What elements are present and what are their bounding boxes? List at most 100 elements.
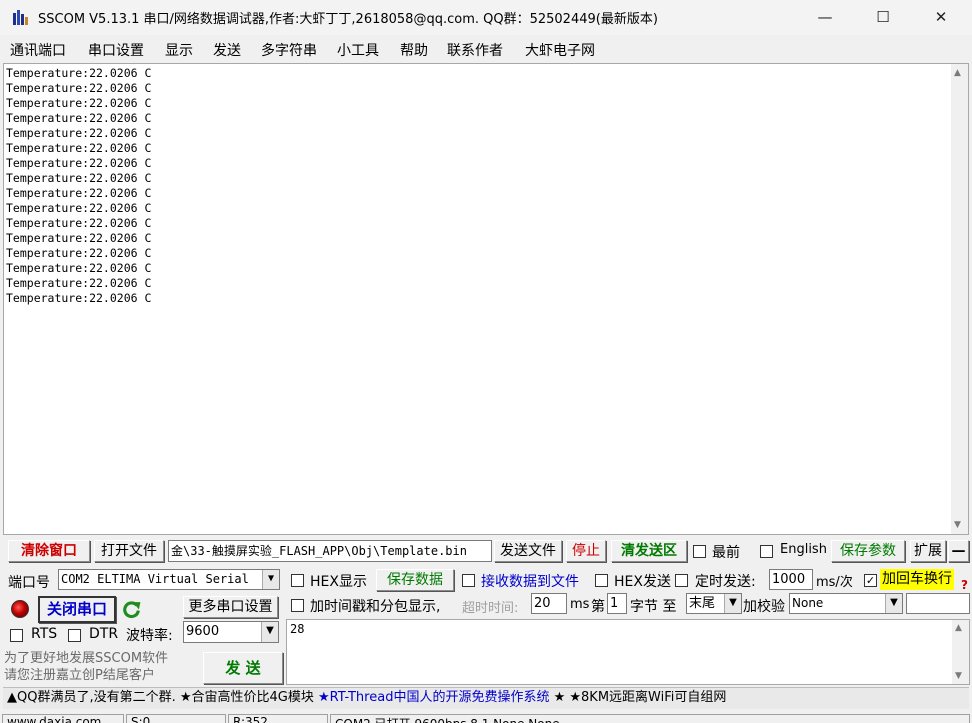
output-line: Temperature:22.0206 C [6,126,152,140]
english-checkbox[interactable] [760,545,773,558]
baud-rate-label: 波特率: [126,628,173,644]
send-text-value: 28 [290,622,305,636]
scroll-up-arrow-icon[interactable]: ▲ [954,68,961,78]
save-data-button[interactable]: 保存数据 [376,569,454,591]
promo-text[interactable]: 为了更好地发展SSCOM软件 请您注册嘉立创P结尾客户 [4,650,200,686]
output-line: Temperature:22.0206 C [6,246,152,260]
port-select[interactable]: COM2 ELTIMA Virtual Serial ▼ [58,569,280,590]
timed-send-checkbox[interactable] [675,574,688,587]
receive-to-file-checkbox[interactable] [462,574,475,587]
maximize-button[interactable]: ☐ [854,0,912,35]
timestamp-split-checkbox[interactable] [291,599,304,612]
status-sent-count: S:0 [126,714,226,723]
status-received-count: R:352 [228,714,328,723]
menu-multi-string[interactable]: 多字符串 [261,40,317,60]
menu-send[interactable]: 发送 [213,40,241,60]
output-line: Temperature:22.0206 C [6,96,152,110]
help-icon[interactable]: ? [961,578,968,592]
file-path-field[interactable]: 金\33-触摸屏实验_FLASH_APP\Obj\Template.bin [168,540,492,562]
output-line: Temperature:22.0206 C [6,81,152,95]
append-newline-checkbox[interactable]: ✓ [864,574,877,587]
send-button[interactable]: 发 送 [203,652,283,684]
close-port-button[interactable]: 关闭串口 [38,596,116,623]
menu-comm-port[interactable]: 通讯端口 [10,40,66,60]
status-port-state: COM2 已打开 9600bps,8,1,None,None [330,714,970,723]
app-logo-icon [13,10,28,25]
byte-index-input[interactable]: 1 [607,593,627,614]
menu-help[interactable]: 帮助 [400,40,428,60]
port-status-led-icon [11,600,29,618]
scroll-down-arrow-icon[interactable]: ▼ [954,520,961,530]
timestamp-split-label: 加时间戳和分包显示, [310,599,441,615]
hex-display-checkbox[interactable] [291,574,304,587]
port-select-value: COM2 ELTIMA Virtual Serial [61,572,249,586]
clear-window-button[interactable]: 清除窗口 [8,540,90,562]
checksum-label: 加校验 [743,599,785,615]
stop-button[interactable]: 停止 [566,540,606,562]
status-website[interactable]: www.daxia.com [2,714,124,723]
output-line: Temperature:22.0206 C [6,231,152,245]
promo-part-3: ★ ★8KM远距离WiFi可自组网 [549,690,727,705]
output-line: Temperature:22.0206 C [6,276,152,290]
status-bar: www.daxia.com S:0 R:352 COM2 已打开 9600bps… [0,712,972,723]
rts-checkbox[interactable] [10,629,23,642]
topmost-label: 最前 [712,545,740,561]
promo-part-2[interactable]: ★RT-Thread中国人的开源免费操作系统 [318,690,549,705]
baud-rate-select[interactable]: 9600 ▼ [183,621,279,643]
chevron-down-icon[interactable]: ▼ [724,594,741,613]
menu-tools[interactable]: 小工具 [337,40,379,60]
output-line: Temperature:22.0206 C [6,171,152,185]
close-button[interactable]: ✕ [912,0,970,35]
menu-contact-author[interactable]: 联系作者 [447,40,503,60]
receive-output-area[interactable]: Temperature:22.0206 C Temperature:22.0206… [3,63,969,535]
byte-to-label: 字节 至 [630,599,677,615]
chevron-down-icon[interactable]: ▼ [262,570,279,589]
refresh-icon[interactable] [121,599,142,620]
menu-serial-settings[interactable]: 串口设置 [88,40,144,60]
dtr-label: DTR [89,626,119,642]
dtr-checkbox[interactable] [68,629,81,642]
output-line: Temperature:22.0206 C [6,201,152,215]
end-position-value: 末尾 [689,596,716,611]
output-line: Temperature:22.0206 C [6,156,152,170]
hex-send-checkbox[interactable] [595,574,608,587]
receive-to-file-label: 接收数据到文件 [481,574,579,590]
topmost-checkbox[interactable] [693,545,706,558]
checksum-select[interactable]: None ▼ [789,593,903,614]
output-scrollbar[interactable]: ▲ ▼ [951,64,968,534]
timeout-label: 超时时间: [462,601,519,616]
timeout-input[interactable]: 20 [531,593,567,614]
byte-index-label: 第 [591,599,605,615]
english-label: English [780,542,827,557]
output-line: Temperature:22.0206 C [6,291,152,305]
expand-button[interactable]: 扩展 [910,540,946,562]
output-line: Temperature:22.0206 C [6,216,152,230]
minimize-button[interactable]: — [796,0,854,35]
open-file-button[interactable]: 打开文件 [94,540,164,562]
scroll-up-arrow-icon[interactable]: ▲ [955,623,962,633]
clear-send-area-button[interactable]: 清发送区 [611,540,687,562]
send-file-button[interactable]: 发送文件 [494,540,562,562]
hex-display-label: HEX显示 [310,574,367,590]
menu-display[interactable]: 显示 [165,40,193,60]
ms-label: ms [570,597,590,612]
output-line: Temperature:22.0206 C [6,141,152,155]
collapse-button[interactable]: — [948,540,969,562]
save-params-button[interactable]: 保存参数 [831,540,905,562]
window-title: SSCOM V5.13.1 串口/网络数据调试器,作者:大虾丁丁,2618058… [38,12,658,27]
promo-bar[interactable]: ▲QQ群满员了,没有第二个群. ★合宙高性价比4G模块 ★RT-Thread中国… [3,687,969,709]
send-scrollbar[interactable]: ▲ ▼ [952,620,969,684]
send-text-area[interactable]: 28 ▲ ▼ [286,619,970,685]
timed-send-label: 定时发送: [695,574,756,590]
chevron-down-icon[interactable]: ▼ [885,594,902,613]
checksum-value: None [792,596,824,610]
timed-interval-input[interactable]: 1000 [769,569,813,590]
checksum-extra-field[interactable] [906,593,970,614]
menu-daxia-website[interactable]: 大虾电子网 [525,40,595,60]
output-line: Temperature:22.0206 C [6,111,152,125]
chevron-down-icon[interactable]: ▼ [261,622,278,642]
more-serial-settings-button[interactable]: 更多串口设置 [183,596,278,618]
end-position-select[interactable]: 末尾 ▼ [686,593,742,614]
menu-bar: 通讯端口 串口设置 显示 发送 多字符串 小工具 帮助 联系作者 大虾电子网 [0,36,972,61]
scroll-down-arrow-icon[interactable]: ▼ [955,671,962,681]
